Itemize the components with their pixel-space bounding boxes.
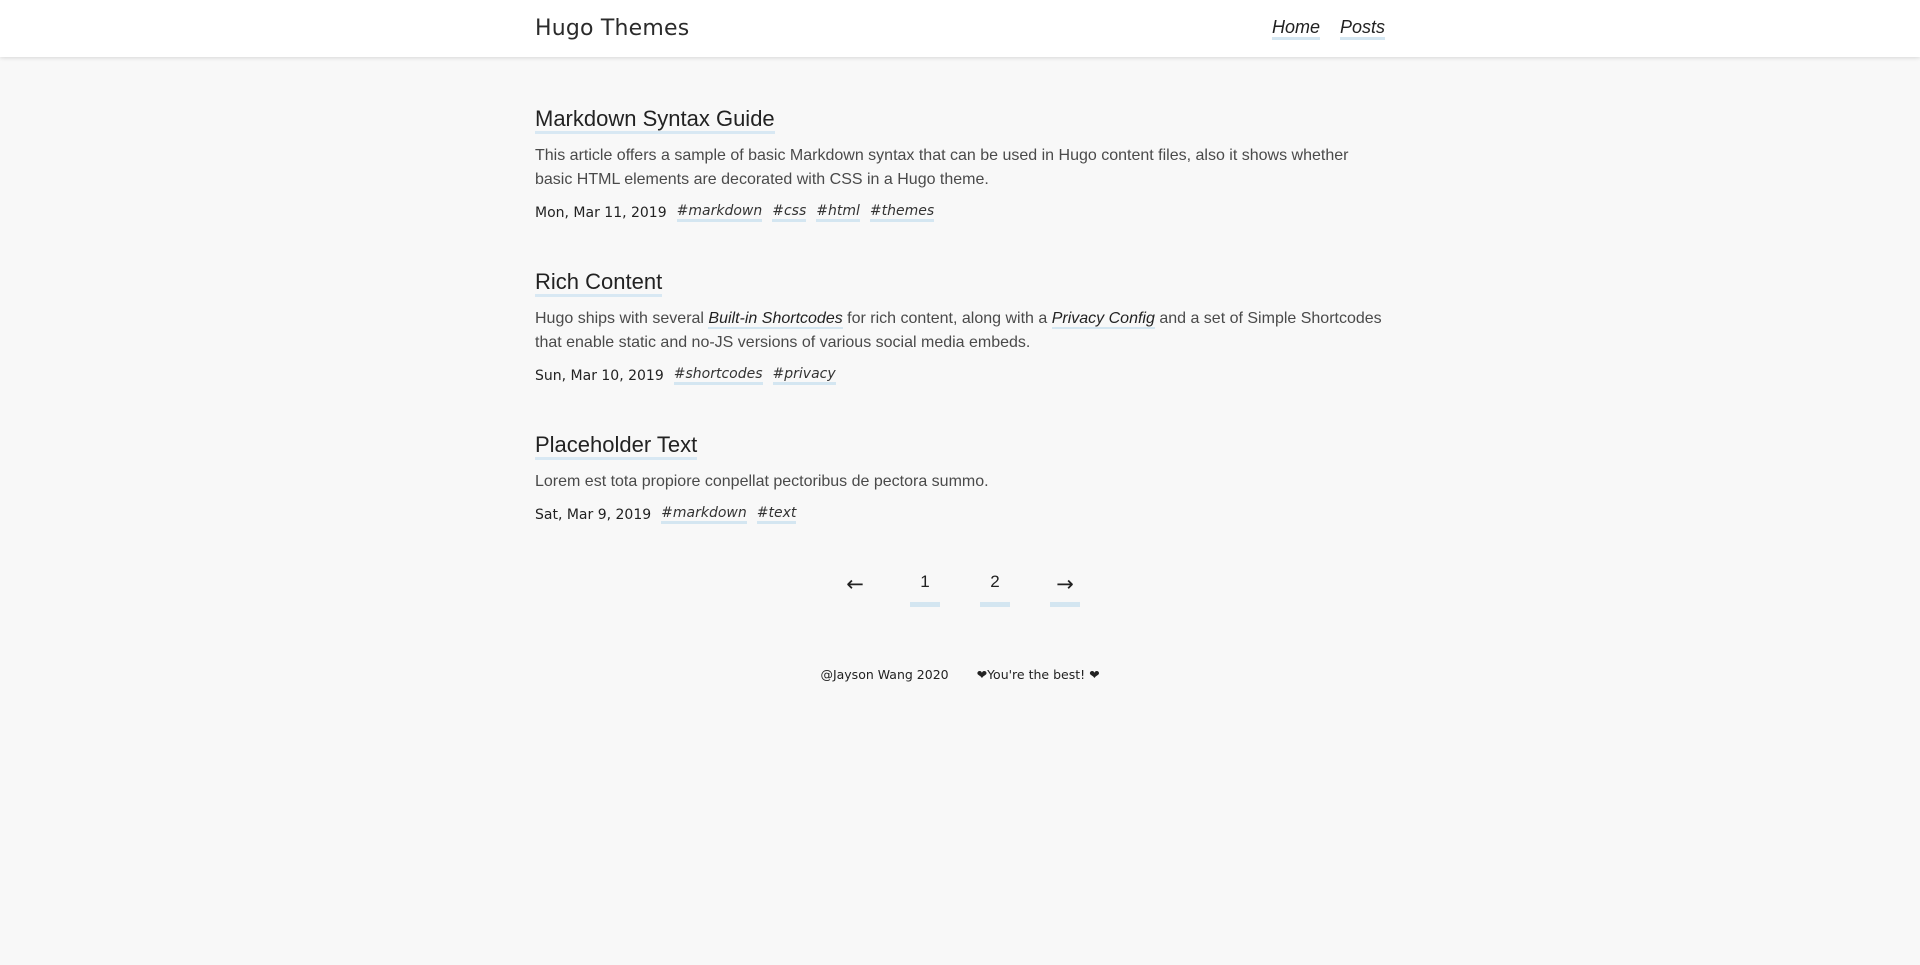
tag-link[interactable]: #shortcodes xyxy=(673,367,763,385)
summary-text: for rich content, along with a xyxy=(842,310,1052,327)
post-meta: Sun, Mar 10, 2019 #shortcodes #privacy xyxy=(535,367,1385,385)
tag-link[interactable]: #text xyxy=(756,506,797,524)
next-page-arrow-icon[interactable]: → xyxy=(1050,572,1080,607)
site-footer: @Jayson Wang 2020 ❤You're the best! ❤ xyxy=(535,667,1385,682)
post-item: Rich Content Hugo ships with several Bui… xyxy=(535,270,1385,385)
footer-message: ❤You're the best! ❤ xyxy=(976,667,1100,682)
nav-home-link[interactable]: Home xyxy=(1271,17,1320,40)
tag-link[interactable]: #css xyxy=(772,204,807,222)
post-title-link[interactable]: Placeholder Text xyxy=(535,433,698,460)
post-date: Sat, Mar 9, 2019 xyxy=(535,507,652,523)
post-summary: This article offers a sample of basic Ma… xyxy=(535,147,1349,188)
post-item: Placeholder Text Lorem est tota propiore… xyxy=(535,433,1385,524)
built-in-shortcodes-link[interactable]: Built-in Shortcodes xyxy=(708,310,843,329)
prev-page-arrow-icon[interactable]: ← xyxy=(840,572,870,607)
main-nav: Home Posts xyxy=(1271,17,1385,40)
post-title-link[interactable]: Rich Content xyxy=(535,270,663,297)
post-title-link[interactable]: Markdown Syntax Guide xyxy=(535,107,775,134)
post-date: Sun, Mar 10, 2019 xyxy=(535,368,664,384)
page-link-2[interactable]: 2 xyxy=(980,572,1010,607)
page-link-1[interactable]: 1 xyxy=(910,572,940,607)
post-item: Markdown Syntax Guide This article offer… xyxy=(535,107,1385,222)
header-inner: Hugo Themes Home Posts xyxy=(535,0,1385,57)
post-summary: Lorem est tota propiore conpellat pector… xyxy=(535,473,989,490)
post-date: Mon, Mar 11, 2019 xyxy=(535,205,667,221)
tag-link[interactable]: #markdown xyxy=(676,204,763,222)
tag-link[interactable]: #markdown xyxy=(661,506,747,524)
site-header: Hugo Themes Home Posts xyxy=(0,0,1920,57)
tag-link[interactable]: #html xyxy=(816,204,860,222)
pagination: ← 1 2 → xyxy=(535,572,1385,607)
post-summary: Hugo ships with several Built-in Shortco… xyxy=(535,307,1385,355)
summary-text: Hugo ships with several xyxy=(535,310,709,327)
site-title-link[interactable]: Hugo Themes xyxy=(535,16,689,41)
post-meta: Sat, Mar 9, 2019 #markdown #text xyxy=(535,506,1385,524)
post-list: Markdown Syntax Guide This article offer… xyxy=(535,57,1385,682)
footer-copyright: @Jayson Wang 2020 xyxy=(820,667,949,682)
tag-link[interactable]: #privacy xyxy=(772,367,836,385)
post-meta: Mon, Mar 11, 2019 #markdown #css #html #… xyxy=(535,204,1385,222)
nav-posts-link[interactable]: Posts xyxy=(1339,17,1385,40)
privacy-config-link[interactable]: Privacy Config xyxy=(1051,310,1155,329)
tag-link[interactable]: #themes xyxy=(869,204,935,222)
